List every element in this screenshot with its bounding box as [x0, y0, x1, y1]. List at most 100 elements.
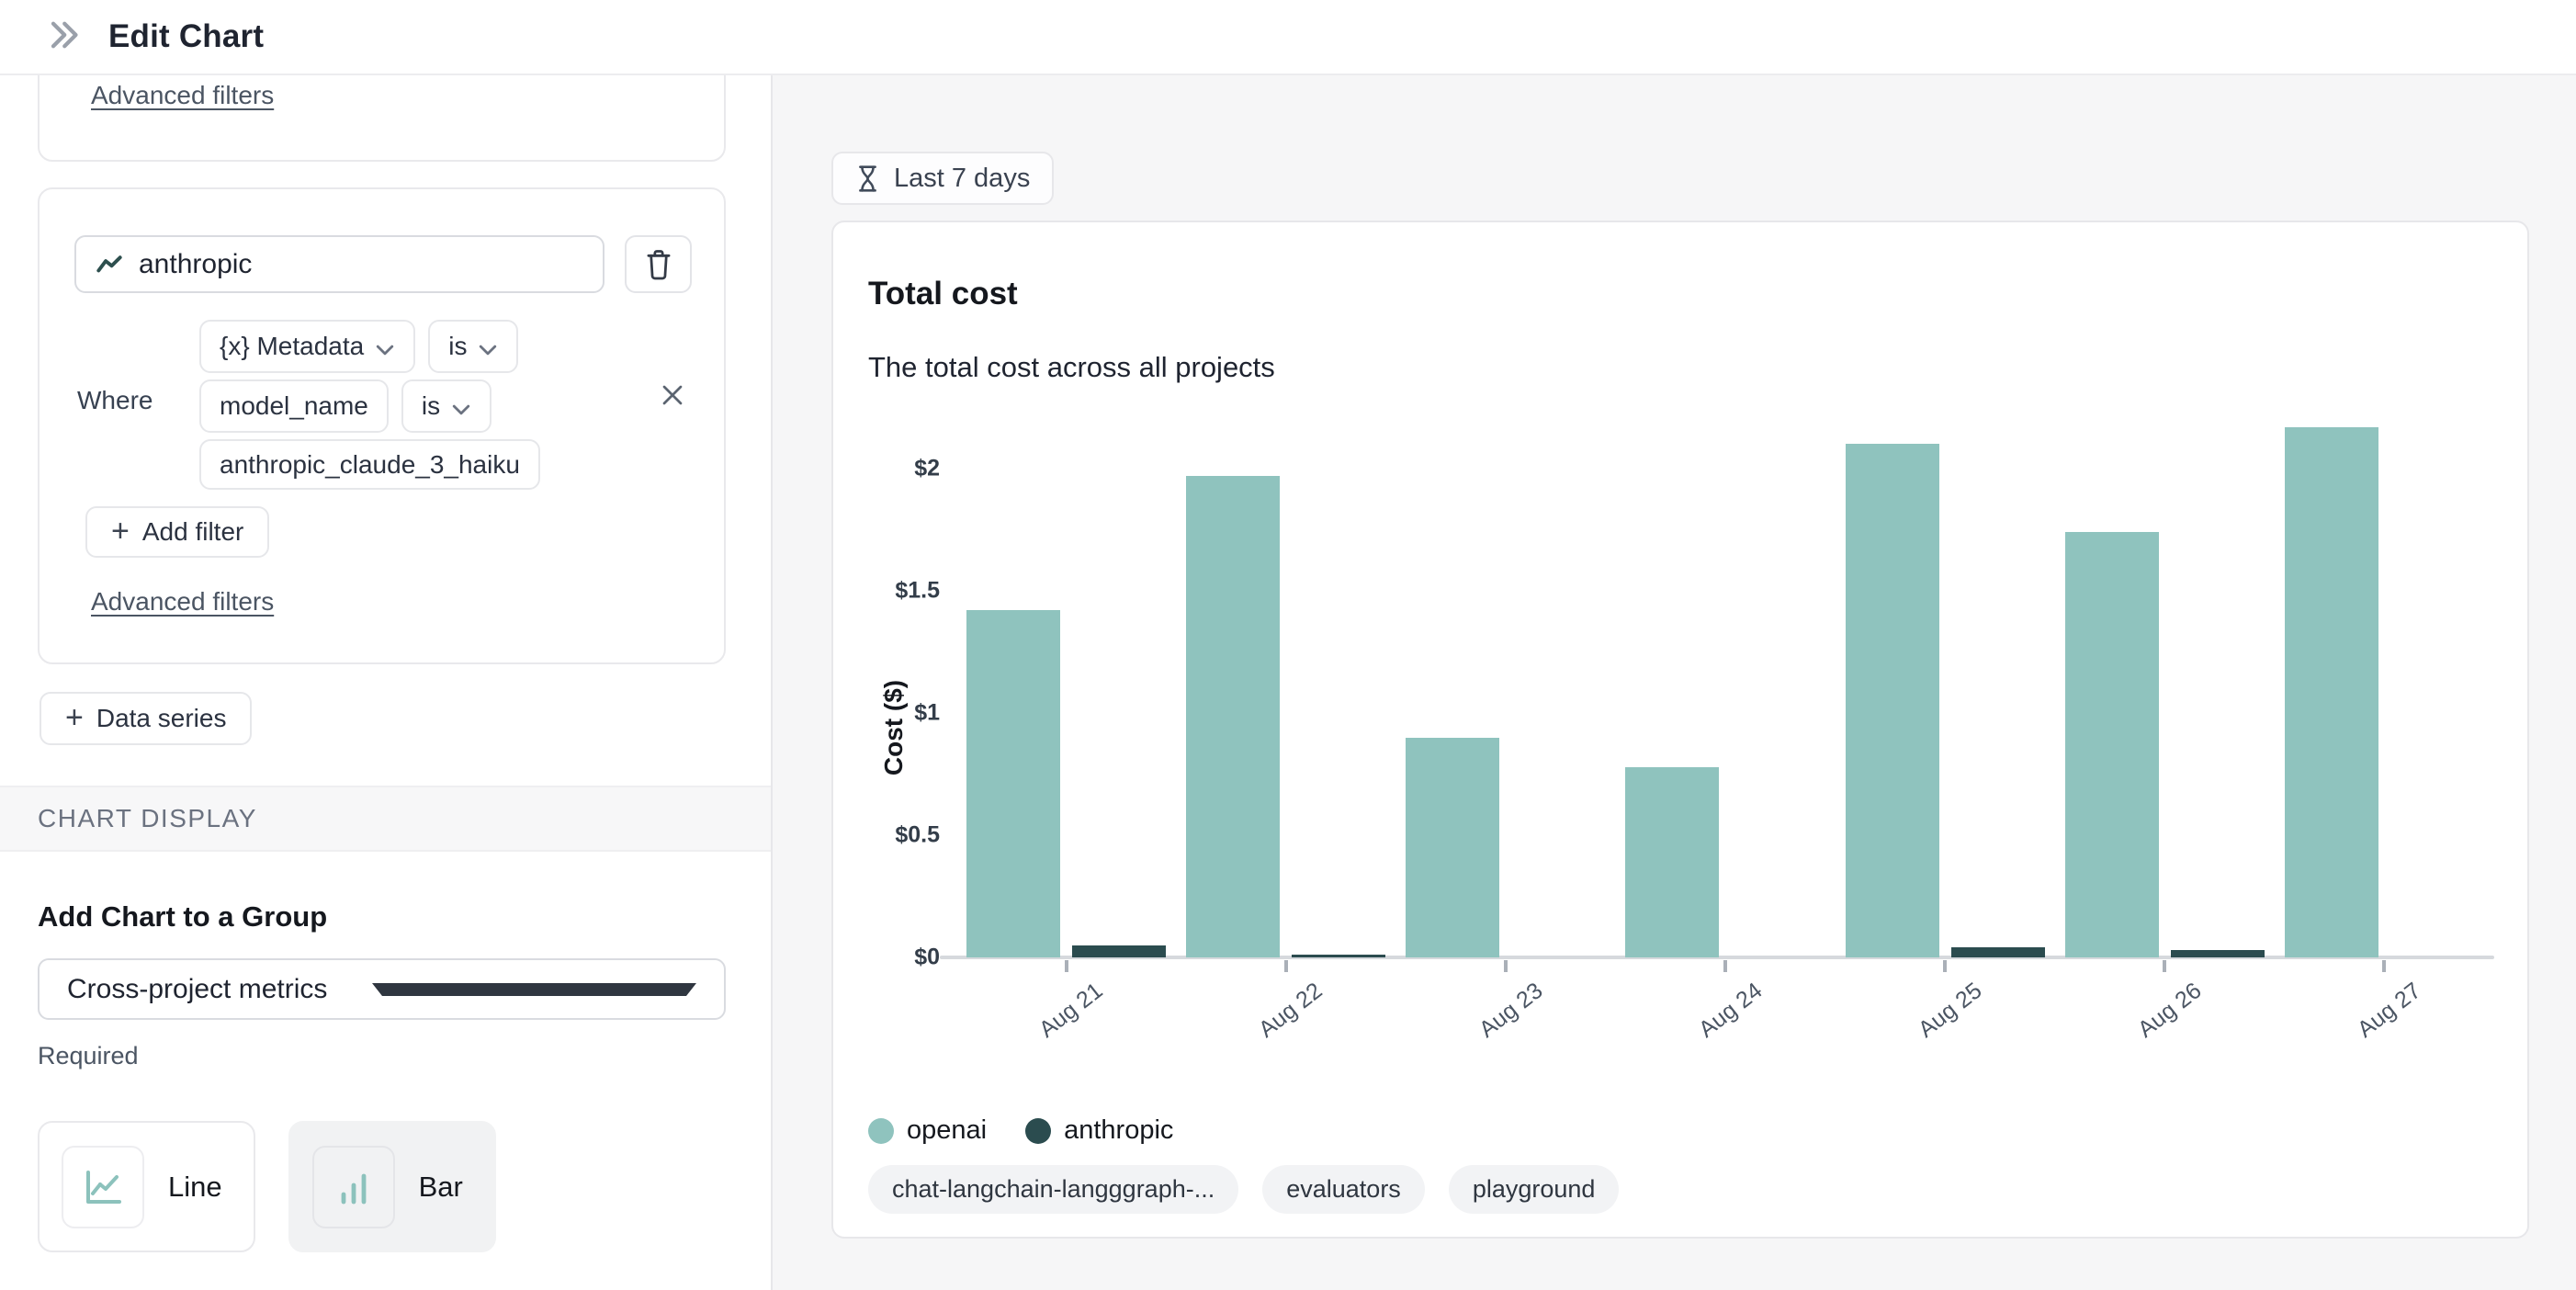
section-header-label: CHART DISPLAY — [38, 804, 257, 833]
line-chart-type-icon — [62, 1146, 144, 1228]
y-axis-label: Cost ($) — [879, 470, 909, 985]
line-chart-icon — [95, 253, 124, 277]
openai-bar[interactable] — [1406, 738, 1499, 957]
x-axis-tick-label: Aug 24 — [1694, 978, 1768, 1044]
legend-label: openai — [907, 1115, 987, 1146]
series-card-partial: Advanced filters — [38, 75, 726, 162]
y-axis-tick-label: $2 — [868, 456, 940, 482]
x-axis-tick — [1943, 960, 1947, 972]
where-label: Where — [77, 386, 153, 415]
project-tags: chat-langchain-langggraph-... evaluators p… — [868, 1165, 1619, 1214]
data-series-label: Data series — [96, 704, 227, 733]
page-title: Edit Chart — [108, 18, 264, 55]
openai-bar[interactable] — [1186, 476, 1280, 957]
openai-bar[interactable] — [1846, 444, 1939, 957]
x-axis-tick — [1504, 960, 1508, 972]
bar-group-aug-27: Aug 27 — [2275, 406, 2494, 957]
openai-bar[interactable] — [2065, 532, 2159, 957]
filter-key-pill[interactable]: model_name — [199, 379, 389, 433]
chevron-down-icon — [478, 334, 498, 363]
openai-bar[interactable] — [966, 610, 1060, 957]
chart-title: Total cost — [868, 276, 1018, 312]
project-tag-pill[interactable]: chat-langchain-langggraph-... — [868, 1165, 1238, 1214]
chart-type-line-label: Line — [168, 1171, 222, 1204]
filter-operator-value: is — [422, 391, 440, 421]
where-clause: Where {x} Metadata is — [74, 320, 689, 490]
anthropic-bar[interactable] — [1292, 955, 1385, 957]
filter-operator-dropdown[interactable]: is — [401, 379, 491, 433]
chart-display-section-header: CHART DISPLAY — [0, 786, 771, 852]
filter-field-operator-dropdown[interactable]: is — [428, 320, 518, 373]
legend-label: anthropic — [1064, 1115, 1173, 1146]
legend-item-openai[interactable]: openai — [868, 1115, 987, 1146]
series-card: anthropic Where {x} Metad — [38, 187, 726, 664]
collapse-panel-button[interactable] — [46, 17, 86, 57]
app-header: Edit Chart — [0, 0, 2576, 75]
openai-bar[interactable] — [2285, 427, 2378, 957]
filter-field-dropdown[interactable]: {x} Metadata — [199, 320, 415, 373]
legend-item-anthropic[interactable]: anthropic — [1025, 1115, 1173, 1146]
openai-bar[interactable] — [1625, 767, 1719, 957]
x-axis-tick-label: Aug 21 — [1034, 978, 1108, 1044]
chart-legend: openai anthropic — [868, 1115, 1173, 1146]
x-axis-tick — [1065, 960, 1068, 972]
plus-icon: + — [111, 515, 130, 547]
project-tag-pill[interactable]: evaluators — [1262, 1165, 1425, 1214]
advanced-filters-link[interactable]: Advanced filters — [91, 587, 274, 617]
anthropic-bar[interactable] — [1072, 945, 1166, 957]
caret-down-icon — [372, 983, 697, 996]
x-axis-tick-label: Aug 27 — [2353, 978, 2426, 1044]
add-filter-button[interactable]: + Add filter — [85, 506, 269, 558]
chart-preview-card: Total cost The total cost across all pro… — [831, 221, 2529, 1239]
chart-type-selector: Line Bar — [38, 1121, 496, 1252]
x-axis-tick-label: Aug 26 — [2133, 978, 2207, 1044]
anthropic-bar[interactable] — [2171, 950, 2265, 957]
bar-group-aug-25: Aug 25 — [1836, 406, 2055, 957]
chevron-down-icon — [375, 334, 395, 363]
anthropic-bar[interactable] — [1951, 947, 2045, 957]
trash-icon — [643, 248, 674, 281]
chart-type-bar-button[interactable]: Bar — [288, 1121, 496, 1252]
advanced-filters-link[interactable]: Advanced filters — [91, 81, 274, 110]
bar-group-aug-21: Aug 21 — [956, 406, 1176, 957]
double-chevron-right-icon — [47, 18, 85, 56]
x-axis-tick — [1723, 960, 1727, 972]
bar-group-aug-26: Aug 26 — [2055, 406, 2275, 957]
group-select-value: Cross-project metrics — [67, 974, 372, 1005]
filter-value-pill[interactable]: anthropic_claude_3_haiku — [199, 439, 540, 490]
x-axis-tick-label: Aug 25 — [1914, 978, 1987, 1044]
legend-dot-icon — [1025, 1118, 1051, 1144]
group-select-dropdown[interactable]: Cross-project metrics — [38, 958, 726, 1020]
project-tag-pill[interactable]: playground — [1449, 1165, 1620, 1214]
remove-filter-button[interactable] — [656, 380, 689, 413]
bars-zone: Aug 21Aug 22Aug 23Aug 24Aug 25Aug 26Aug … — [956, 406, 2494, 957]
time-range-button[interactable]: Last 7 days — [831, 152, 1054, 205]
chevron-down-icon — [451, 393, 471, 423]
bar-group-aug-22: Aug 22 — [1176, 406, 1395, 957]
y-axis-tick-label: $0 — [868, 945, 940, 971]
edit-chart-panel: Advanced filters anthropic — [0, 75, 773, 1290]
filter-key-value: model_name — [220, 391, 368, 421]
series-name-value: anthropic — [139, 249, 252, 280]
x-axis-tick-label: Aug 22 — [1254, 978, 1328, 1044]
legend-dot-icon — [868, 1118, 894, 1144]
series-name-input[interactable]: anthropic — [74, 235, 604, 293]
x-axis-tick — [1284, 960, 1288, 972]
bar-group-aug-24: Aug 24 — [1615, 406, 1835, 957]
chart-type-line-button[interactable]: Line — [38, 1121, 255, 1252]
preview-area: Last 7 days Total cost The total cost ac… — [773, 75, 2576, 1290]
y-axis-tick-label: $1.5 — [868, 578, 940, 605]
chart-type-bar-label: Bar — [419, 1171, 463, 1204]
plot-area: Cost ($) Aug 21Aug 22Aug 23Aug 24Aug 25A… — [868, 406, 2494, 957]
x-axis-tick — [2163, 960, 2166, 972]
add-data-series-button[interactable]: + Data series — [40, 692, 252, 745]
add-filter-label: Add filter — [142, 517, 244, 547]
plus-icon: + — [65, 702, 84, 733]
time-range-label: Last 7 days — [894, 164, 1030, 194]
delete-series-button[interactable] — [625, 235, 692, 293]
bar-chart-type-icon — [312, 1146, 395, 1228]
y-axis-tick-label: $0.5 — [868, 822, 940, 849]
filter-field-operator-value: is — [448, 332, 467, 361]
x-axis-tick-label: Aug 23 — [1474, 978, 1547, 1044]
chart-subtitle: The total cost across all projects — [868, 351, 1275, 384]
